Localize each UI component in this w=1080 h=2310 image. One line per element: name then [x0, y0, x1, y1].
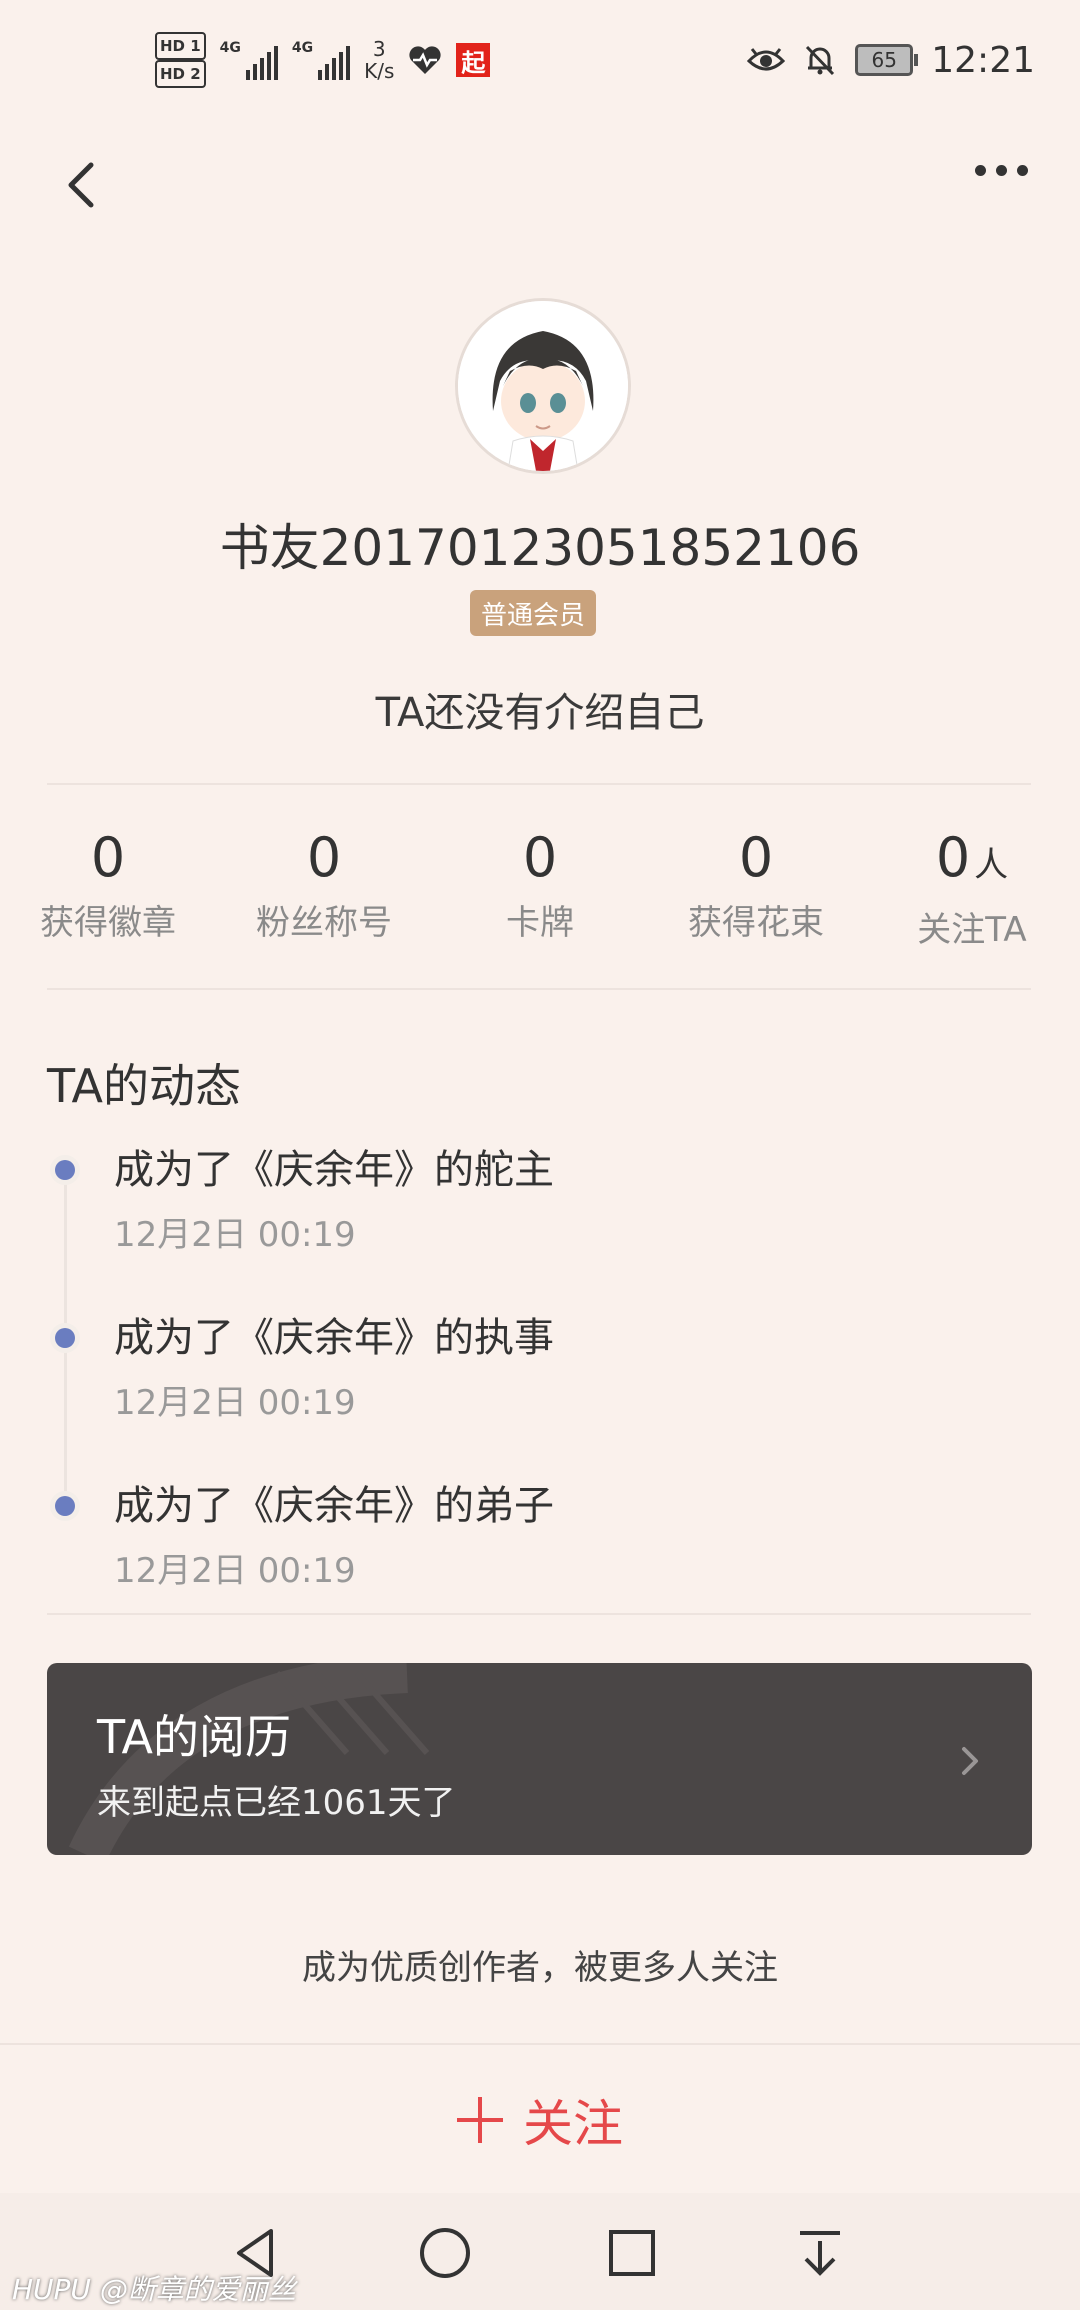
stat-value: 0人: [864, 825, 1080, 898]
status-bar-left: HD 1 HD 2 4G 4G 3 K/s 起: [155, 30, 491, 90]
hd1-label: HD 1: [155, 32, 206, 60]
network-type-2: 4G: [291, 40, 314, 56]
stat-followers[interactable]: 0人 关注TA: [864, 825, 1080, 955]
activity-text: 成为了《庆余年》的弟子: [114, 1483, 554, 1529]
follow-button[interactable]: 关注: [0, 2043, 1080, 2195]
network-type-1: 4G: [219, 40, 241, 56]
reading-card-subtitle: 来到起点已经1061天了: [97, 1783, 456, 1823]
profile-name: 书友20170123051852106: [219, 519, 861, 577]
hd2-label: HD 2: [155, 60, 206, 88]
activity-title: TA的动态: [47, 1059, 241, 1113]
promo-text: 成为优质创作者，被更多人关注: [302, 1948, 778, 1988]
follow-label: 关注: [523, 2095, 623, 2153]
timeline-dot: [50, 1155, 80, 1185]
mute-bell-icon: [806, 45, 835, 76]
stat-flowers-label: 获得花束: [688, 903, 824, 943]
reading-history-card[interactable]: TA的阅历 来到起点已经1061天了: [47, 1663, 1032, 1855]
stat-fan-titles[interactable]: 0 粉丝称号: [216, 825, 432, 955]
back-arrow-icon[interactable]: [55, 155, 115, 215]
nav-notification-pull-icon[interactable]: [790, 2223, 850, 2283]
stat-badges-label: 获得徽章: [40, 903, 176, 943]
stat-flowers[interactable]: 0 获得花束: [648, 825, 864, 955]
activity-text: 成为了《庆余年》的执事: [114, 1315, 554, 1361]
activity-time: 12月2日 00:19: [114, 1383, 356, 1423]
status-bar-right: 65 12:21: [747, 30, 1035, 90]
qidian-app-icon: 起: [456, 43, 491, 77]
reading-card-title: TA的阅历: [97, 1710, 291, 1764]
activity-item: 成为了《庆余年》的弟子 12月2日 00:19: [50, 1473, 1000, 1591]
stat-value: 0: [432, 825, 648, 891]
status-bar: HD 1 HD 2 4G 4G 3 K/s 起 65 12:21: [0, 0, 1080, 115]
activity-item: 成为了《庆余年》的执事 12月2日 00:19: [50, 1305, 1000, 1423]
divider: [47, 988, 1031, 990]
avatar-image: [458, 301, 628, 471]
stat-value: 0: [0, 825, 216, 891]
more-options-icon[interactable]: [975, 165, 1028, 176]
stat-fan-titles-value: 0: [306, 826, 342, 889]
stat-value: 0: [216, 825, 432, 891]
stat-followers-label: 关注TA: [917, 910, 1027, 950]
network-speed-unit: K/s: [364, 59, 395, 83]
stat-fan-titles-label: 粉丝称号: [256, 903, 392, 943]
network-speed: 3 K/s: [364, 38, 394, 82]
nav-recents-icon[interactable]: [602, 2223, 662, 2283]
stat-cards[interactable]: 0 卡牌: [432, 825, 648, 955]
stat-followers-unit: 人: [974, 845, 1009, 885]
nav-home-icon[interactable]: [415, 2223, 475, 2283]
timeline-dot: [50, 1491, 80, 1521]
stat-cards-value: 0: [522, 826, 558, 889]
stat-followers-value: 0: [935, 826, 971, 889]
activity-time: 12月2日 00:19: [114, 1551, 356, 1591]
plus-icon: [457, 2097, 503, 2143]
network-speed-value: 3: [372, 37, 386, 61]
signal-icon-2: 4G: [291, 40, 351, 80]
stat-flowers-value: 0: [738, 826, 774, 889]
stat-value: 0: [648, 825, 864, 891]
heart-pulse-icon: [409, 46, 442, 74]
signal-icon: 4G: [220, 40, 278, 80]
member-badge[interactable]: 普通会员: [470, 590, 596, 636]
stat-badges-value: 0: [90, 826, 126, 889]
stat-cards-label: 卡牌: [506, 903, 574, 943]
clock: 12:21: [931, 39, 1035, 81]
timeline-dot: [50, 1323, 80, 1353]
hd-indicator: HD 1 HD 2: [155, 32, 206, 88]
eye-icon: [747, 48, 786, 71]
stats-row: 0 获得徽章 0 粉丝称号 0 卡牌 0 获得花束 0人 关注TA: [0, 825, 1080, 955]
activity-time: 12月2日 00:19: [114, 1215, 356, 1255]
activity-item: 成为了《庆余年》的舵主 12月2日 00:19: [50, 1137, 1000, 1255]
battery-icon: 65: [855, 44, 919, 76]
avatar[interactable]: [455, 298, 631, 474]
watermark: HUPU @断章的爱丽丝: [12, 2273, 296, 2306]
stat-badges[interactable]: 0 获得徽章: [0, 825, 216, 955]
divider: [47, 783, 1031, 785]
activity-text: 成为了《庆余年》的舵主: [114, 1147, 554, 1193]
battery-level: 65: [871, 48, 897, 72]
divider: [47, 1613, 1031, 1615]
chevron-right-icon: [962, 1747, 978, 1775]
profile-bio: TA还没有介绍自己: [375, 690, 705, 736]
